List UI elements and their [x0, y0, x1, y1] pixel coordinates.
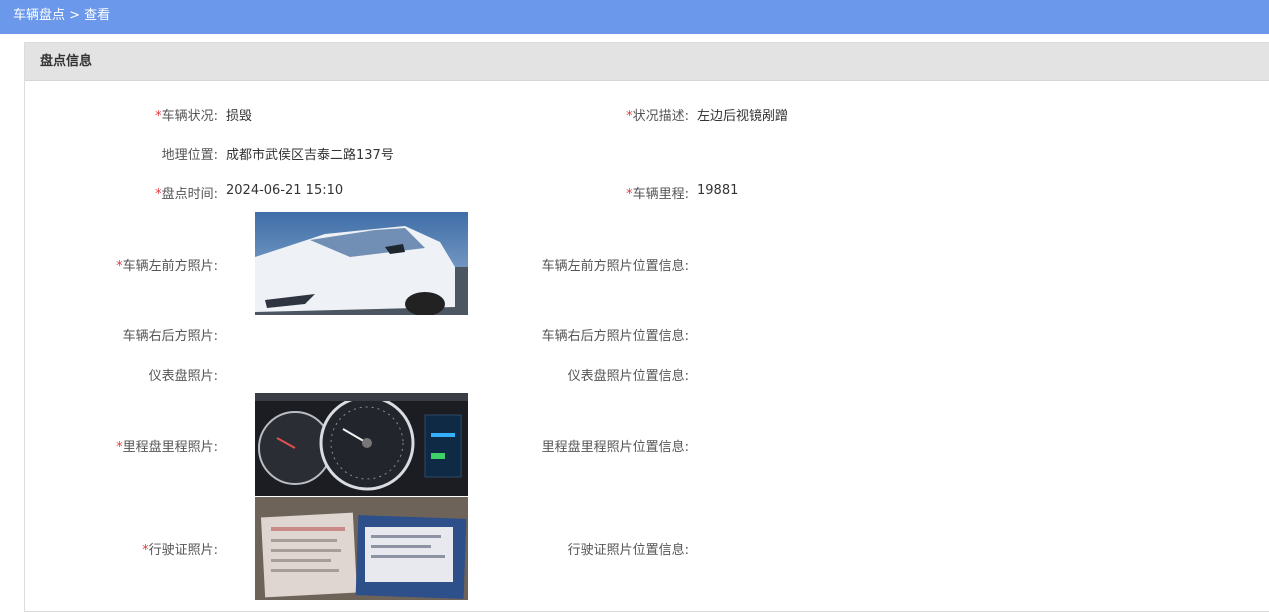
odometer-photo[interactable]	[255, 393, 468, 496]
mileage-label: *车辆里程:	[626, 187, 689, 202]
odometer-loc-label: 里程盘里程照片位置信息:	[541, 440, 689, 455]
breadcrumb-bar: 车辆盘点 > 查看	[0, 0, 1269, 34]
front-left-car-photo[interactable]	[255, 212, 468, 315]
license-loc-label: 行驶证照片位置信息:	[567, 543, 689, 558]
breadcrumb[interactable]: 车辆盘点 > 查看	[13, 8, 110, 23]
dashboard-loc-label: 仪表盘照片位置信息:	[567, 369, 689, 384]
license-photo-label: *行驶证照片:	[142, 543, 218, 558]
rear-right-photo-label: 车辆右后方照片:	[122, 329, 218, 344]
status-value: 损毁	[226, 109, 253, 124]
rear-right-loc-label: 车辆右后方照片位置信息:	[541, 329, 689, 344]
front-left-photo-label: *车辆左前方照片:	[116, 259, 218, 274]
desc-label: *状况描述:	[626, 109, 689, 124]
mileage-value: 19881	[697, 183, 739, 198]
time-label: *盘点时间:	[155, 187, 218, 202]
location-value: 成都市武侯区吉泰二路137号	[226, 148, 394, 163]
odometer-photo-label: *里程盘里程照片:	[116, 440, 218, 455]
time-value: 2024-06-21 15:10	[226, 183, 344, 198]
desc-value: 左边后视镜剐蹭	[697, 109, 789, 124]
status-label: *车辆状况:	[155, 109, 218, 124]
panel-title: 盘点信息	[25, 43, 1269, 81]
location-label: 地理位置:	[161, 148, 218, 163]
dashboard-photo-label: 仪表盘照片:	[148, 369, 218, 384]
vehicle-license-photo[interactable]	[255, 497, 468, 600]
front-left-loc-label: 车辆左前方照片位置信息:	[541, 259, 689, 274]
